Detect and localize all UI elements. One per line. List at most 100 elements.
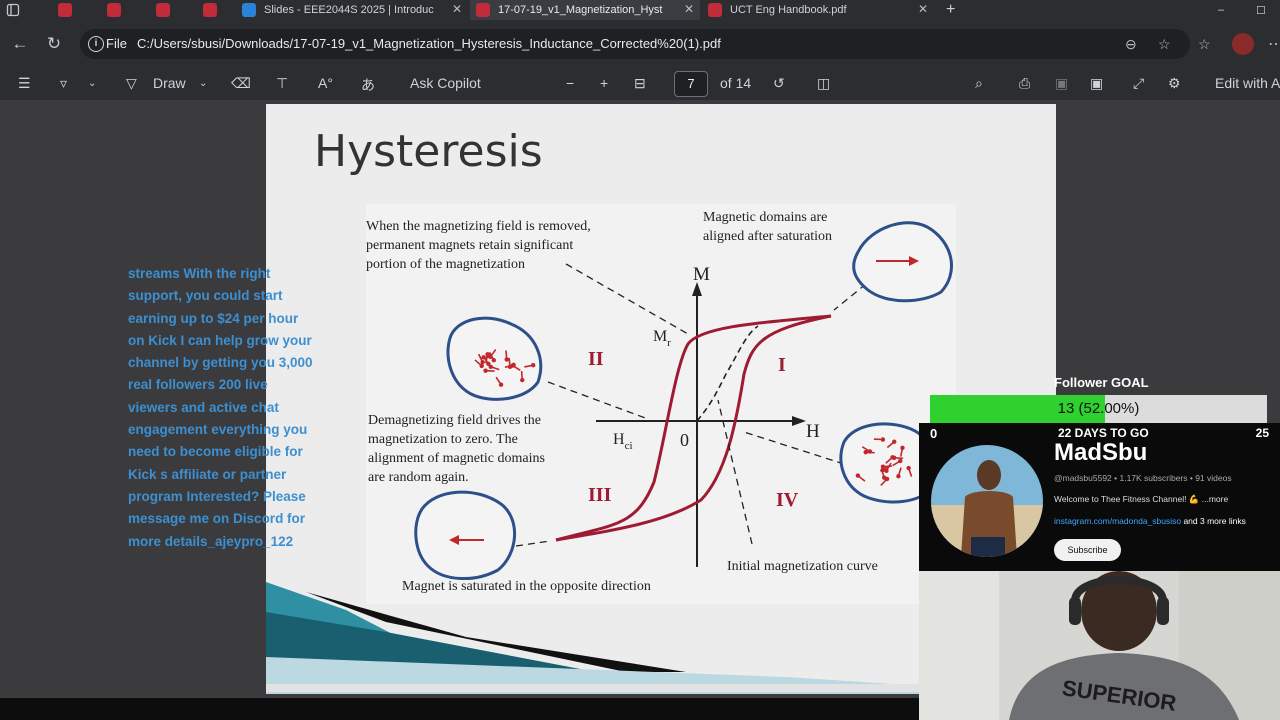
svg-text:alignment of magnetic domains: alignment of magnetic domains <box>368 451 545 466</box>
draw-icon[interactable]: ▽ <box>126 75 137 92</box>
pdf-toolbar: ☰ ▿ ⌄ ▽ Draw ⌄ ⌫ ⊤ A° あ Ask Copilot − + … <box>0 68 1280 100</box>
overlay-chat-text: streams With the right support, you coul… <box>128 266 313 549</box>
svg-text:0: 0 <box>680 430 689 450</box>
tab-slides[interactable]: Slides - EEE2044S 2025 | Introduc ✕ <box>242 0 468 20</box>
page-view-icon[interactable]: ◫ <box>817 75 830 92</box>
url-text: C:/Users/sbusi/Downloads/17-07-19_v1_Mag… <box>137 36 721 51</box>
edit-with-button[interactable]: Edit with A <box>1215 75 1280 91</box>
translate-icon[interactable]: あ <box>361 75 375 95</box>
hci-label: H <box>613 431 625 448</box>
tab-4[interactable] <box>203 0 233 20</box>
svg-text:permanent magnets retain signi: permanent magnets retain significant <box>366 238 573 253</box>
channel-link[interactable]: instagram.com/madonda_sbusiso <box>1054 516 1181 526</box>
save-as-icon[interactable]: ▣ <box>1090 75 1103 92</box>
goal-end-value: 25 <box>1255 426 1269 440</box>
eraser-icon[interactable]: ⌫ <box>231 75 251 92</box>
pdf-file-icon <box>476 3 490 17</box>
annotation-removed-line3: portion of the magnetization <box>366 257 525 272</box>
favorites-icon[interactable]: ☆ <box>1198 36 1211 53</box>
svg-text:Hci: Hci <box>613 431 633 452</box>
new-tab-button[interactable]: + <box>946 0 966 20</box>
hysteresis-diagram: When the magnetizing field is removed, p… <box>366 204 956 604</box>
chevron-down-icon[interactable]: ⌄ <box>88 78 96 89</box>
svg-text:magnetization to zero. The: magnetization to zero. The <box>368 432 518 447</box>
highlight-icon[interactable]: ▿ <box>60 75 67 92</box>
domain-arrow-head <box>863 449 868 455</box>
subscribe-button[interactable]: Subscribe <box>1054 539 1121 561</box>
tab-3[interactable] <box>156 0 194 20</box>
domain-arrow-head <box>479 363 484 369</box>
domain-arrow-head <box>486 361 491 366</box>
opposite-domain-illustration <box>414 490 516 581</box>
tab-handbook-label: UCT Eng Handbook.pdf <box>730 4 847 16</box>
pdf-file-icon <box>708 3 722 17</box>
svg-text:Demagnetizing field drives th: Demagnetizing field drives the <box>368 413 541 428</box>
domain-arrow-head <box>483 368 488 373</box>
draw-button[interactable]: Draw <box>153 75 186 91</box>
tab-1[interactable] <box>58 0 96 20</box>
domain-arrow-head <box>891 455 897 460</box>
save-icon[interactable]: ▣ <box>1055 75 1068 92</box>
quadrant-2-label: II <box>588 348 604 370</box>
close-icon[interactable]: ✕ <box>452 2 462 16</box>
annotation-initial: Initial magnetization curve <box>727 559 878 574</box>
minimize-button[interactable]: – <box>1218 0 1232 20</box>
domain-arrow-head <box>520 377 525 383</box>
page-number-input[interactable]: 7 <box>674 71 708 97</box>
settings-icon[interactable]: ⚙ <box>1168 75 1181 92</box>
expand-icon[interactable]: ⤢ <box>1133 75 1144 92</box>
maximize-button[interactable]: ☐ <box>1256 0 1274 20</box>
contents-icon[interactable]: ☰ <box>18 75 31 92</box>
svg-text:Initial magnetization curve: Initial magnetization curve <box>727 559 878 574</box>
tab-2[interactable] <box>107 0 145 20</box>
annotation-demag-line4: are random again. <box>368 470 469 485</box>
mr-subscript: r <box>667 337 671 349</box>
read-aloud-icon[interactable]: A° <box>318 75 333 91</box>
slide-title: Hysteresis <box>314 126 543 177</box>
fit-page-icon[interactable]: ⊟ <box>634 75 646 92</box>
svg-text:I: I <box>778 354 786 376</box>
more-icon[interactable]: ⋯ <box>1268 34 1280 54</box>
ask-copilot-button[interactable]: Ask Copilot <box>410 75 481 91</box>
url-field[interactable]: i File C:/Users/sbusi/Downloads/17-07-19… <box>80 29 1190 59</box>
domain-arrow-head <box>881 475 887 480</box>
domain-arrow-head <box>480 359 485 365</box>
back-arrow-icon: ← <box>11 34 29 53</box>
text-box-icon[interactable]: ⊤ <box>276 75 288 92</box>
reload-button[interactable]: ↻ <box>42 32 66 56</box>
domain-arrow-head <box>504 357 509 362</box>
search-icon[interactable]: ⌕ <box>975 75 983 92</box>
leader-random-domain <box>743 431 845 465</box>
tab-actions-button[interactable] <box>6 0 28 20</box>
domain-arrow-head <box>531 363 536 368</box>
tab-bar: Slides - EEE2044S 2025 | Introduc ✕ 17-0… <box>0 0 1280 20</box>
profile-avatar[interactable] <box>1232 33 1254 55</box>
horizontal-scrollbar[interactable] <box>266 684 922 692</box>
axis-h-label: H <box>806 421 820 442</box>
channel-description[interactable]: Welcome to Thee Fitness Channel! 💪 ...mo… <box>1054 494 1228 505</box>
zoom-out-icon[interactable]: − <box>566 75 574 91</box>
leader-mr <box>565 263 689 335</box>
plus-icon: + <box>946 1 956 18</box>
favorite-star-icon[interactable]: ☆ <box>1158 36 1171 53</box>
print-icon[interactable]: ⎙ <box>1019 75 1030 92</box>
info-icon[interactable]: i <box>88 36 104 52</box>
tab-active-label: 17-07-19_v1_Magnetization_Hyst <box>498 4 663 16</box>
tab-handbook[interactable]: UCT Eng Handbook.pdf ✕ <box>708 0 934 20</box>
domain-arrow-head <box>898 458 903 464</box>
rotate-icon[interactable]: ↺ <box>773 75 785 92</box>
zoom-icon[interactable]: ⊖ <box>1125 36 1137 53</box>
domain-arrow-head <box>892 439 897 444</box>
tab-active-pdf[interactable]: 17-07-19_v1_Magnetization_Hyst ✕ <box>470 0 700 20</box>
close-icon[interactable]: ✕ <box>684 2 694 16</box>
annotation-removed-line2: permanent magnets retain significant <box>366 238 573 253</box>
back-button[interactable]: ← <box>8 32 32 56</box>
chevron-down-icon[interactable]: ⌄ <box>199 78 207 89</box>
h-axis-arrow <box>792 416 806 426</box>
close-icon[interactable]: ✕ <box>918 2 928 16</box>
follower-goal-progress: 13 (52.00%) <box>1057 400 1140 417</box>
domain-arrow-head <box>507 364 513 370</box>
channel-links-suffix[interactable]: and 3 more links <box>1181 516 1245 526</box>
avatar[interactable] <box>931 445 1043 557</box>
zoom-in-icon[interactable]: + <box>600 75 608 91</box>
